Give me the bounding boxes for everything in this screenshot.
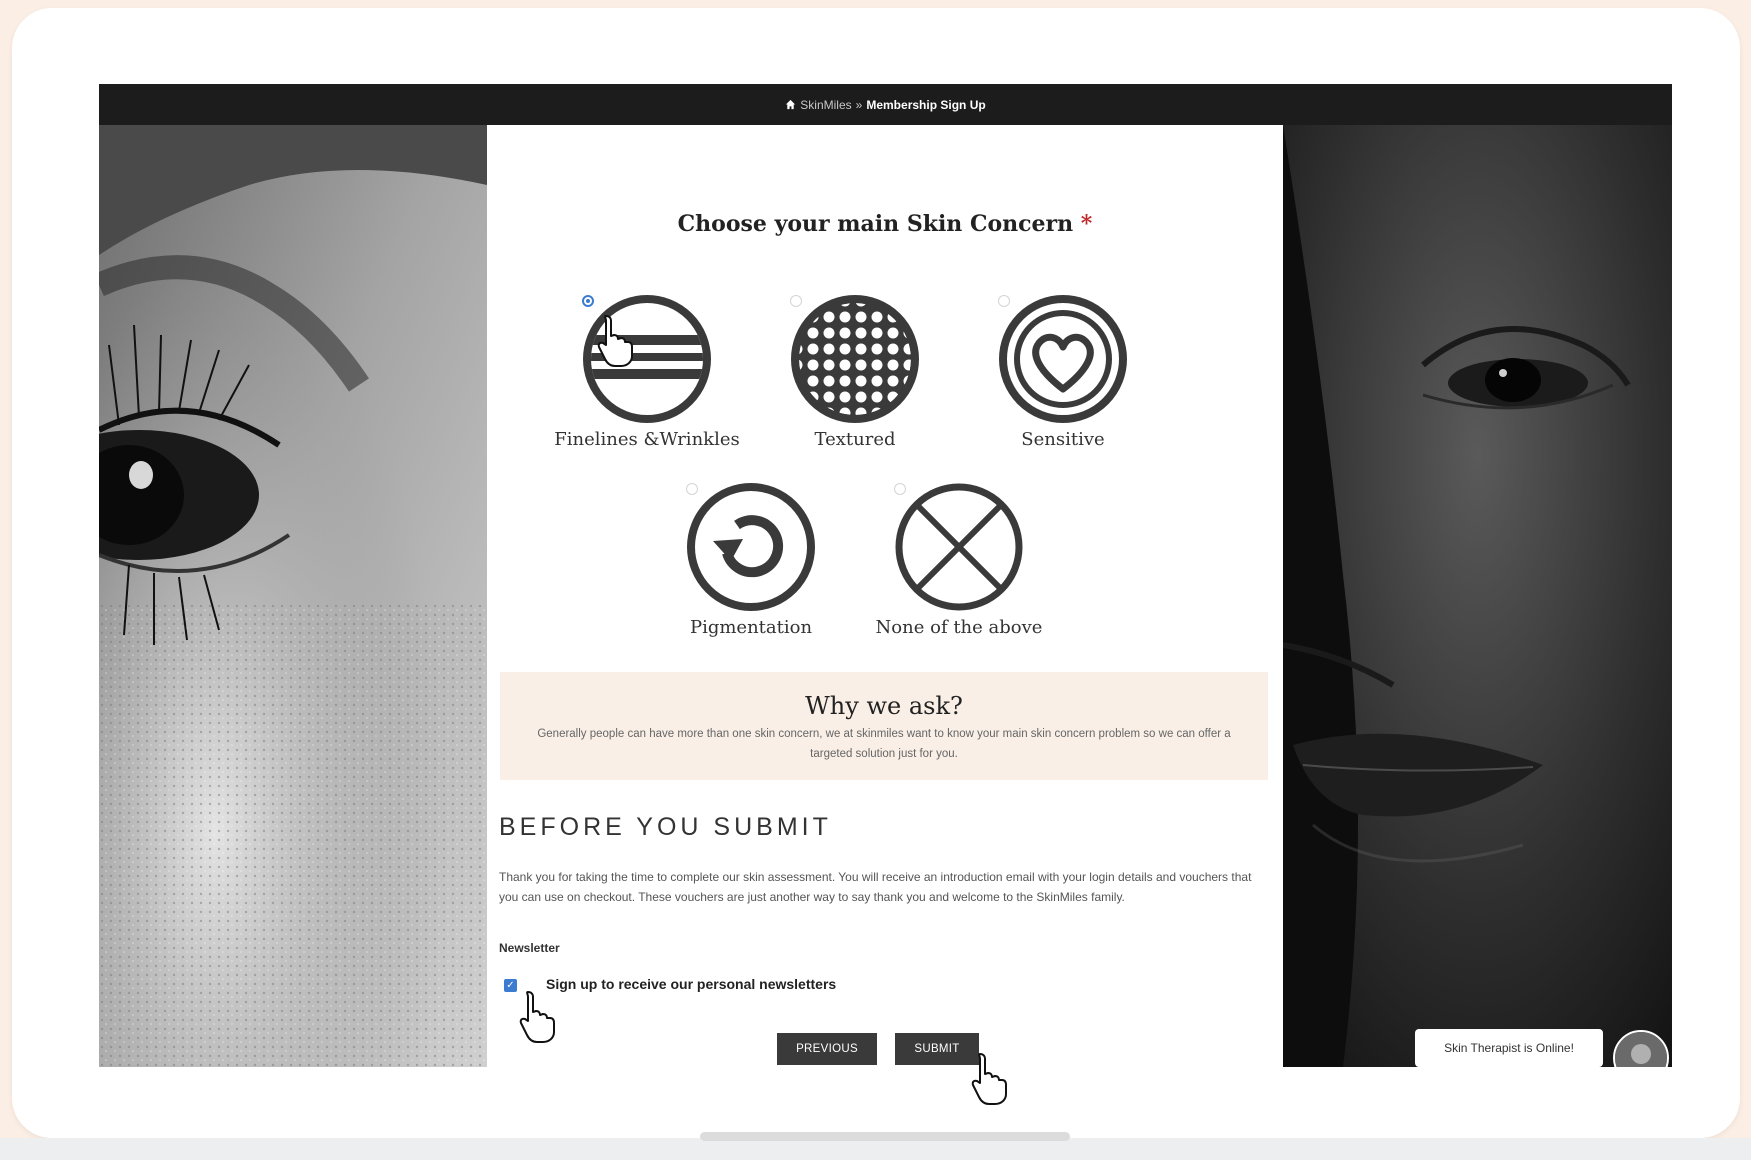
option-label: Sensitive bbox=[1021, 429, 1105, 450]
why-title: Why we ask? bbox=[805, 692, 963, 720]
why-text: Generally people can have more than one … bbox=[537, 728, 1231, 760]
breadcrumb-current: Membership Sign Up bbox=[866, 97, 986, 112]
question-heading: Choose your main Skin Concern * bbox=[487, 211, 1283, 237]
home-icon[interactable] bbox=[785, 99, 796, 110]
radio-pigmentation[interactable] bbox=[686, 483, 698, 495]
option-pigmentation[interactable]: Pigmentation bbox=[641, 481, 861, 638]
hand-cursor-icon bbox=[519, 991, 555, 1043]
option-finelines-wrinkles[interactable]: Finelines &Wrinkles bbox=[537, 293, 757, 450]
before-submit-title: BEFORE YOU SUBMIT bbox=[499, 813, 832, 841]
heart-icon bbox=[999, 295, 1127, 423]
cross-icon bbox=[895, 483, 1023, 611]
newsletter-checkbox-label[interactable]: Sign up to receive our personal newslett… bbox=[546, 976, 836, 992]
breadcrumb-home-link[interactable]: SkinMiles bbox=[800, 98, 851, 112]
textured-icon bbox=[791, 295, 919, 423]
hand-cursor-icon bbox=[597, 315, 633, 367]
option-none[interactable]: None of the above bbox=[849, 481, 1069, 638]
device-base bbox=[0, 1138, 1751, 1160]
newsletter-label: Newsletter bbox=[499, 941, 560, 955]
newsletter-checkbox[interactable]: ✓ bbox=[504, 979, 517, 992]
left-face-photo bbox=[99, 125, 487, 1067]
browser-screen: SkinMiles » Membership Sign Up Choose yo… bbox=[99, 84, 1672, 1067]
option-textured[interactable]: Textured bbox=[745, 293, 965, 450]
option-label: Textured bbox=[814, 429, 896, 450]
radio-none[interactable] bbox=[894, 483, 906, 495]
option-label: Pigmentation bbox=[689, 617, 813, 638]
device-handle bbox=[700, 1132, 1070, 1141]
option-label: None of the above bbox=[875, 617, 1043, 638]
refresh-icon bbox=[687, 483, 815, 611]
breadcrumb: SkinMiles » Membership Sign Up bbox=[99, 84, 1672, 125]
submit-button[interactable]: SUBMIT bbox=[895, 1033, 979, 1065]
previous-button[interactable]: PREVIOUS bbox=[777, 1033, 877, 1065]
radio-finelines-wrinkles[interactable] bbox=[582, 295, 594, 307]
option-label: Finelines &Wrinkles bbox=[554, 429, 740, 450]
avatar-icon bbox=[1615, 1032, 1667, 1067]
skin-concern-form: Choose your main Skin Concern * Fineline… bbox=[487, 125, 1283, 1067]
required-mark: * bbox=[1080, 211, 1093, 237]
chat-status-text: Skin Therapist is Online! bbox=[1444, 1041, 1574, 1055]
option-sensitive[interactable]: Sensitive bbox=[953, 293, 1173, 450]
why-we-ask-panel: Why we ask? Generally people can have mo… bbox=[500, 672, 1268, 780]
radio-textured[interactable] bbox=[790, 295, 802, 307]
right-face-photo bbox=[1283, 125, 1672, 1067]
before-submit-text: Thank you for taking the time to complet… bbox=[499, 870, 1252, 904]
hand-cursor-icon bbox=[971, 1053, 1007, 1105]
radio-sensitive[interactable] bbox=[998, 295, 1010, 307]
question-title: Choose your main Skin Concern bbox=[677, 211, 1074, 237]
breadcrumb-separator: » bbox=[855, 97, 863, 112]
chat-status-bubble[interactable]: Skin Therapist is Online! bbox=[1415, 1029, 1603, 1067]
